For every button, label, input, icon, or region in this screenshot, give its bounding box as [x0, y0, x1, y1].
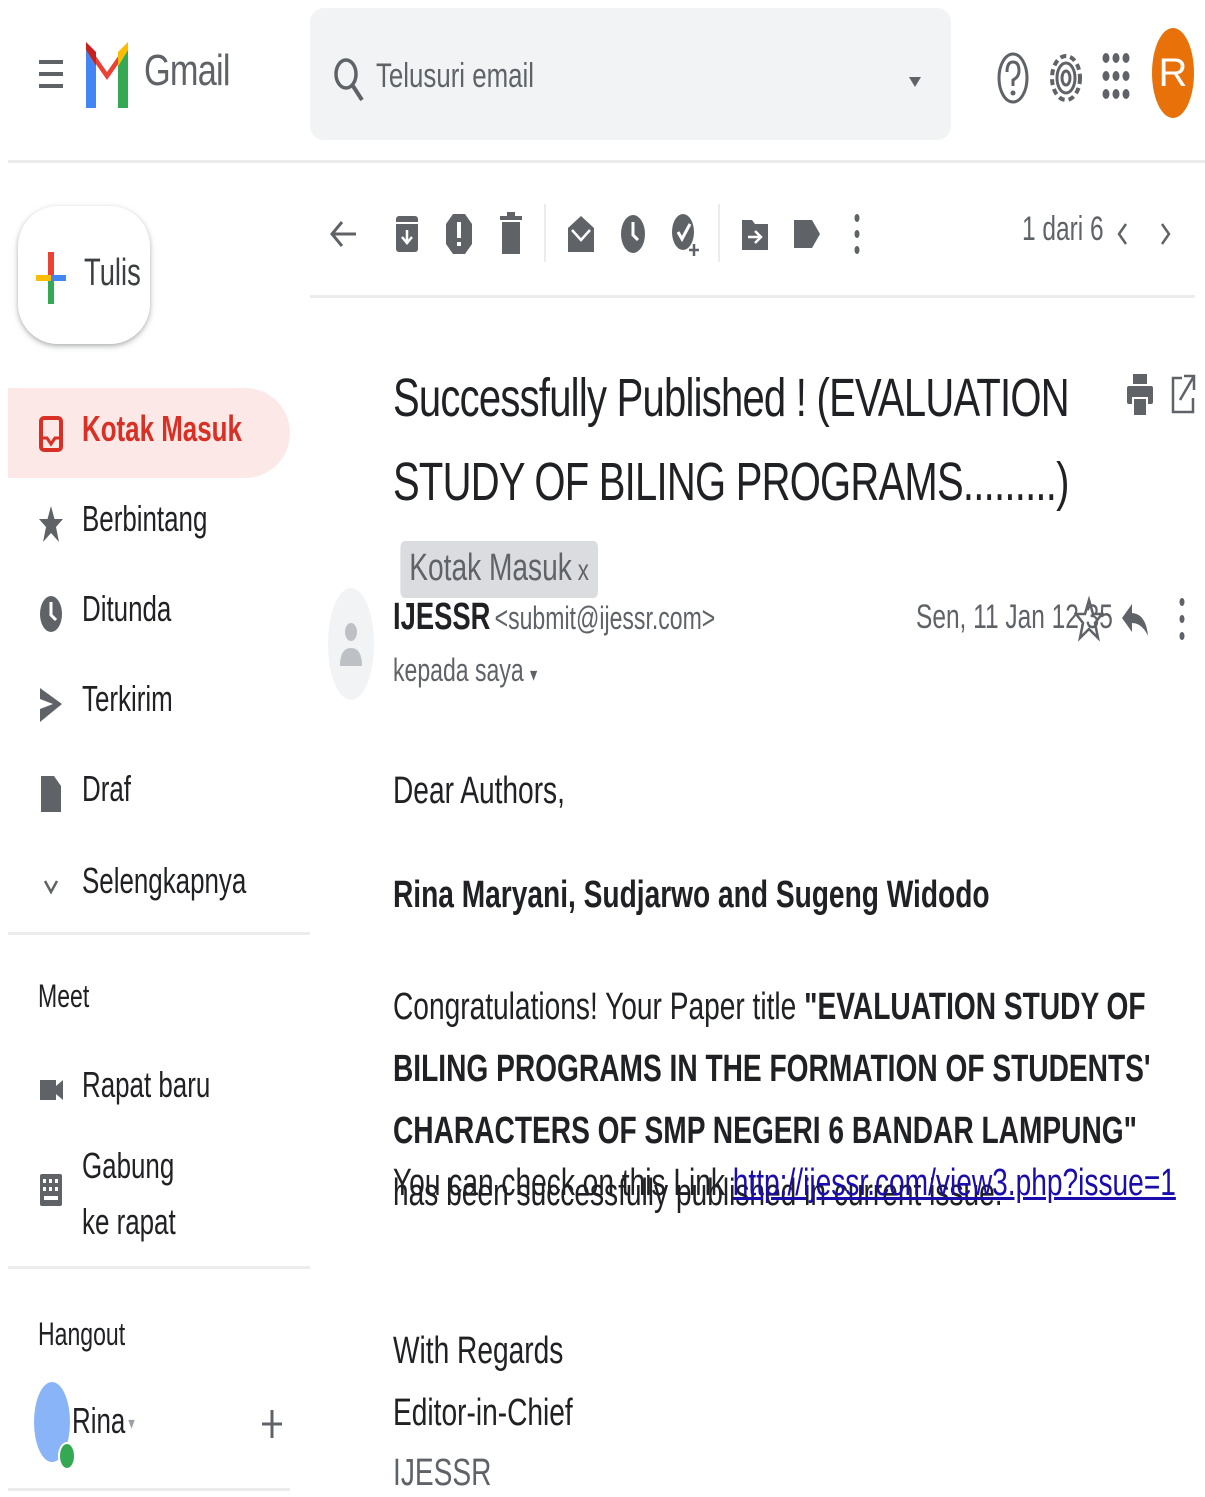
- sidebar-item-label: Gabung ke rapat: [82, 1145, 176, 1242]
- gmail-logo[interactable]: [84, 36, 130, 112]
- hangout-user-name[interactable]: Rina ▾: [72, 1400, 135, 1442]
- page-count: 1 dari 6: [1022, 210, 1104, 248]
- sidebar-item-snoozed[interactable]: Ditunda: [8, 568, 290, 658]
- app-name: Gmail: [144, 46, 231, 95]
- compose-plus-icon: [36, 248, 66, 308]
- sidebar-divider: [8, 932, 310, 935]
- send-icon: [38, 682, 64, 726]
- reply-icon[interactable]: [1120, 596, 1150, 642]
- add-task-icon[interactable]: [670, 210, 700, 258]
- sidebar-item-new-meeting[interactable]: Rapat baru: [8, 1044, 290, 1134]
- move-to-icon[interactable]: [740, 210, 770, 258]
- sidebar-item-label: Berbintang: [82, 498, 208, 539]
- inbox-icon: [38, 412, 64, 456]
- search-input[interactable]: [376, 48, 734, 104]
- mark-unread-icon[interactable]: [566, 210, 596, 258]
- signoff-title: Editor-in-Chief: [393, 1392, 573, 1434]
- journal-name: IJESSR: [393, 1452, 492, 1494]
- online-status-dot: [58, 1442, 76, 1470]
- show-details-icon[interactable]: ▾: [530, 664, 537, 686]
- check-link-line: You can check on this Link http://ijessr…: [393, 1162, 1176, 1204]
- sidebar-item-join-meeting[interactable]: Gabung ke rapat: [8, 1134, 290, 1244]
- message-more-icon[interactable]: [1170, 596, 1194, 642]
- toolbar-separator: [718, 204, 720, 262]
- report-spam-icon[interactable]: [444, 210, 474, 258]
- sidebar-item-sent[interactable]: Terkirim: [8, 658, 290, 748]
- compose-button[interactable]: Tulis: [18, 206, 150, 344]
- toolbar-divider: [310, 295, 1195, 298]
- star-icon: [38, 502, 64, 546]
- help-icon[interactable]: [996, 50, 1030, 106]
- chevron-down-icon: [38, 864, 64, 908]
- star-message-icon[interactable]: [1074, 596, 1104, 642]
- sender-name[interactable]: IJESSR: [393, 596, 490, 638]
- greeting: Dear Authors,: [393, 770, 565, 812]
- clock-icon: [38, 592, 64, 636]
- sidebar-divider: [8, 1266, 310, 1269]
- settings-gear-icon[interactable]: [1046, 48, 1086, 108]
- sidebar-item-label: Kotak Masuk: [82, 408, 242, 449]
- video-icon: [38, 1068, 64, 1112]
- meet-section-title: Meet: [38, 978, 90, 1014]
- recipient-details[interactable]: kepada saya ▾: [393, 652, 537, 689]
- message-toolbar: 1 dari 6: [310, 190, 1195, 280]
- open-in-new-window-icon[interactable]: [1170, 372, 1196, 416]
- sender-line: IJESSR <submit@ijessr.com>: [393, 596, 715, 639]
- compose-label: Tulis: [84, 252, 141, 294]
- sidebar-item-more[interactable]: Selengkapnya: [8, 840, 290, 930]
- more-vert-icon[interactable]: [842, 210, 872, 258]
- status-dropdown-icon[interactable]: ▾: [128, 1413, 135, 1433]
- sidebar-item-label: Selengkapnya: [82, 860, 247, 901]
- sidebar-item-label: Ditunda: [82, 588, 172, 629]
- apps-grid-icon[interactable]: [1100, 50, 1132, 102]
- inbox-label-chip[interactable]: Kotak Masuk x: [400, 541, 598, 599]
- keyboard-icon: [38, 1168, 64, 1212]
- remove-label-icon[interactable]: x: [578, 554, 589, 587]
- hamburger-menu-icon[interactable]: [36, 52, 66, 96]
- sender-avatar[interactable]: [328, 588, 374, 700]
- previous-page-icon[interactable]: [1108, 210, 1138, 258]
- archive-icon[interactable]: [392, 210, 422, 258]
- top-app-bar: Gmail R: [0, 0, 1205, 160]
- search-options-dropdown-icon[interactable]: [902, 68, 928, 94]
- sidebar-item-starred[interactable]: Berbintang: [8, 478, 290, 568]
- sidebar-divider: [8, 1488, 290, 1491]
- sidebar-item-label: Terkirim: [82, 678, 173, 719]
- sidebar-item-drafts[interactable]: Draf: [8, 748, 290, 838]
- header-divider: [8, 160, 1205, 163]
- add-hangout-icon[interactable]: [260, 1404, 284, 1444]
- sidebar-item-label: Draf: [82, 768, 131, 809]
- draft-icon: [38, 772, 64, 816]
- back-arrow-icon[interactable]: [328, 210, 358, 258]
- print-icon[interactable]: [1126, 372, 1154, 418]
- search-icon[interactable]: [332, 54, 366, 104]
- delete-icon[interactable]: [496, 210, 526, 258]
- sidebar-item-inbox[interactable]: Kotak Masuk: [8, 388, 290, 478]
- hangout-section-title: Hangout: [38, 1316, 126, 1352]
- sidebar-item-label: Rapat baru: [82, 1064, 211, 1105]
- account-avatar[interactable]: R: [1152, 28, 1194, 118]
- sender-email: <submit@ijessr.com>: [494, 600, 716, 636]
- issue-link[interactable]: http://ijessr.com/view3.php?issue=1: [733, 1162, 1176, 1204]
- author-names: Rina Maryani, Sudjarwo and Sugeng Widodo: [393, 874, 990, 916]
- snooze-icon[interactable]: [618, 210, 648, 258]
- email-subject: Successfully Published ! (EVALUATION STU…: [393, 356, 1112, 608]
- next-page-icon[interactable]: [1150, 210, 1180, 258]
- regards: With Regards: [393, 1330, 564, 1372]
- label-icon[interactable]: [792, 210, 822, 258]
- search-bar[interactable]: [310, 8, 951, 140]
- toolbar-separator: [544, 204, 546, 262]
